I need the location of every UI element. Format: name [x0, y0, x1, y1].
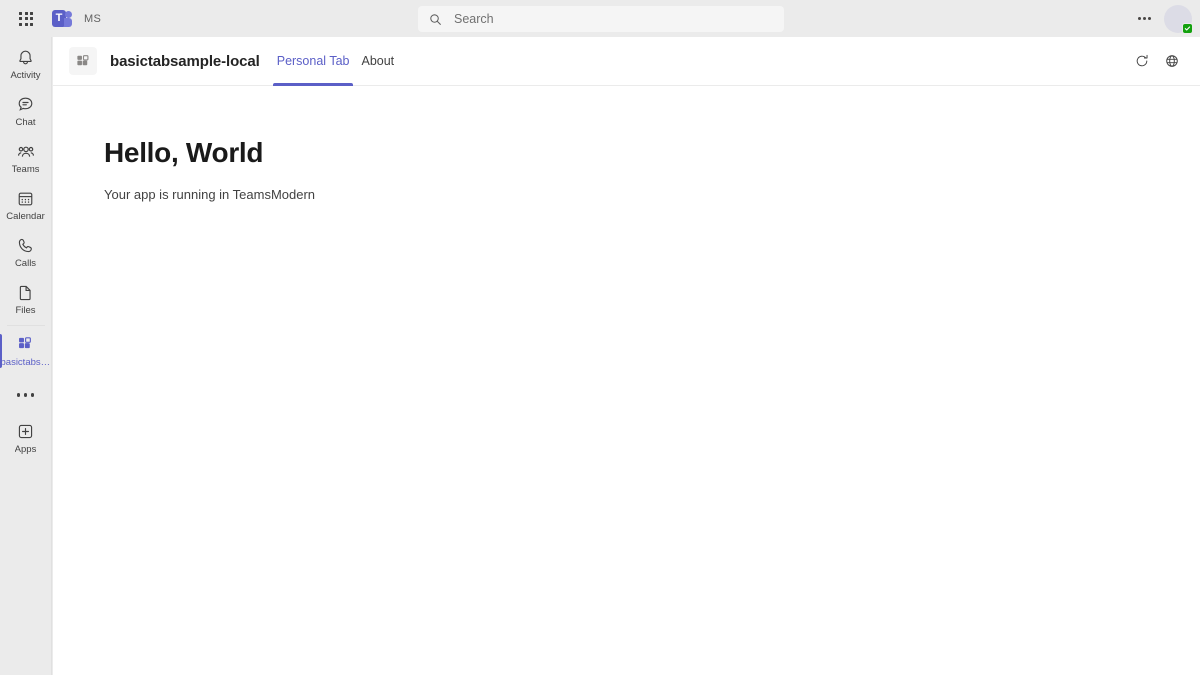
search-icon [429, 13, 442, 26]
search-input[interactable] [454, 12, 754, 26]
plus-square-icon [16, 422, 35, 442]
avatar[interactable] [1164, 4, 1193, 34]
sidebar-item-label: basictabsa… [0, 357, 51, 368]
chat-icon [16, 95, 35, 115]
apps-grid-icon [16, 335, 35, 355]
sidebar-item-label: Activity [10, 70, 41, 81]
tab-about[interactable]: About [355, 37, 400, 86]
bell-icon [16, 48, 35, 68]
sidebar-item-label: Calls [14, 258, 37, 269]
rail-divider [6, 325, 45, 326]
tab-label: Personal Tab [276, 54, 350, 68]
teams-people-icon [16, 142, 36, 162]
sidebar-item-calls[interactable]: Calls [0, 229, 52, 276]
file-icon [16, 283, 35, 303]
page-title: basictabsample-local [110, 52, 260, 70]
globe-icon[interactable] [1157, 46, 1187, 76]
sidebar-item-label: Calendar [6, 211, 45, 222]
tab-content-area: Hello, World Your app is running in Team… [53, 86, 1200, 675]
sidebar-item-basictabsample[interactable]: basictabsa… [0, 328, 52, 375]
sidebar-item-calendar[interactable]: Calendar [0, 182, 52, 229]
microsoft-teams-logo-icon[interactable]: T [52, 9, 72, 29]
teams-window: T MS Search Activity Chat Teams Calendar… [0, 0, 1200, 675]
tab-strip: Personal Tab About [271, 37, 400, 86]
sidebar-item-apps[interactable]: Apps [0, 415, 52, 462]
tab-label: About [361, 54, 395, 68]
tab-personal-tab[interactable]: Personal Tab [271, 37, 356, 86]
settings-and-more-icon[interactable] [1130, 5, 1158, 33]
tenant-tag: MS [84, 12, 102, 25]
sidebar-item-chat[interactable]: Chat [0, 88, 52, 135]
presence-available-icon [1182, 22, 1193, 34]
sidebar-item-teams[interactable]: Teams [0, 135, 52, 182]
sidebar-overflow-icon[interactable] [0, 375, 52, 415]
sidebar-item-activity[interactable]: Activity [0, 41, 52, 88]
refresh-icon[interactable] [1127, 46, 1157, 76]
sidebar-item-files[interactable]: Files [0, 276, 52, 323]
search-container [418, 6, 784, 32]
content-heading: Hello, World [104, 137, 264, 168]
teams-logo-person-head [65, 10, 72, 18]
content-subtext: Your app is running in TeamsModern [104, 187, 316, 202]
sidebar-item-label: Teams [11, 164, 40, 175]
waffle-grid [19, 11, 33, 26]
app-launcher-icon[interactable] [10, 3, 42, 35]
phone-icon [16, 236, 35, 256]
left-navigation-rail: Activity Chat Teams Calendar Calls Files… [0, 37, 52, 675]
app-header: basictabsample-local Personal Tab About [53, 37, 1200, 86]
teams-logo-person-body [64, 17, 72, 27]
top-bar: T MS [0, 0, 1200, 37]
calendar-icon [16, 189, 35, 209]
app-header-actions [1127, 46, 1187, 76]
sidebar-item-label: Chat [15, 117, 36, 128]
sidebar-item-label: Files [15, 305, 36, 316]
app-icon [69, 47, 97, 75]
sidebar-item-label: Apps [14, 444, 37, 455]
search-box[interactable] [418, 6, 784, 32]
top-bar-right [1130, 0, 1193, 37]
